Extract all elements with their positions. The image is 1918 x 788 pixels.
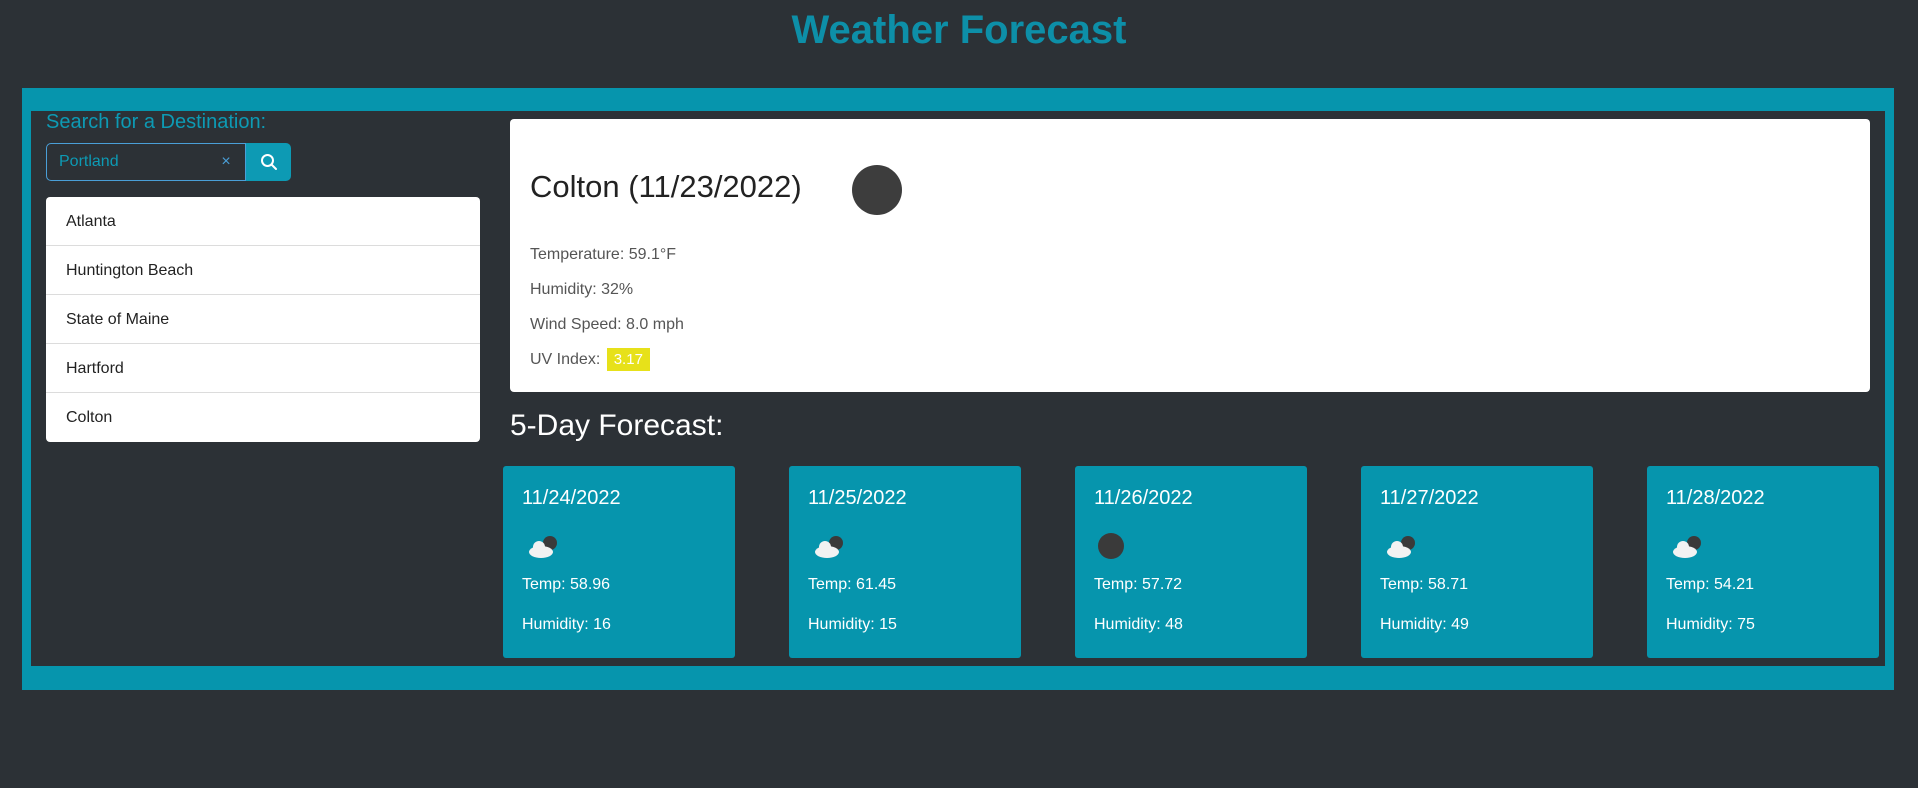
history-item[interactable]: Hartford (46, 344, 480, 393)
search-button[interactable] (246, 143, 291, 181)
city-title: Colton (11/23/2022) (530, 169, 802, 204)
uv-index-row: UV Index: 3.17 (530, 348, 650, 371)
weather-icon (852, 165, 902, 215)
forecast-card: 11/26/2022 Temp: 57.72 Humidity: 48 (1075, 466, 1307, 658)
forecast-date: 11/26/2022 (1094, 487, 1193, 509)
forecast-temp: Temp: 58.71 (1380, 576, 1469, 593)
cloud-icon (529, 536, 557, 558)
forecast-date: 11/28/2022 (1666, 487, 1765, 509)
clear-icon[interactable]: × (219, 151, 233, 173)
search-history-list: Atlanta Huntington Beach State of Maine … (46, 197, 480, 442)
cloud-icon (1387, 536, 1415, 558)
forecast-heading: 5-Day Forecast: (510, 409, 724, 442)
forecast-date: 11/24/2022 (522, 487, 621, 509)
forecast-temp: Temp: 58.96 (522, 576, 611, 593)
forecast-card: 11/24/2022 Temp: 58.96 Humidity: 16 (503, 466, 735, 658)
uv-index-badge: 3.17 (606, 348, 650, 371)
history-item[interactable]: Atlanta (46, 197, 480, 246)
forecast-humidity: Humidity: 49 (1380, 616, 1469, 633)
current-weather-card: Colton (11/23/2022) Temperature: 59.1°F … (510, 119, 1870, 392)
forecast-temp: Temp: 61.45 (808, 576, 897, 593)
history-item[interactable]: Colton (46, 393, 480, 442)
cloud-icon (1673, 536, 1701, 558)
temperature-text: Temperature: 59.1°F (530, 246, 677, 263)
forecast-temp: Temp: 54.21 (1666, 576, 1755, 593)
wind-speed-text: Wind Speed: 8.0 mph (530, 316, 684, 333)
forecast-humidity: Humidity: 15 (808, 616, 897, 633)
search-label: Search for a Destination: (46, 111, 267, 133)
uv-index-label: UV Index: (530, 351, 601, 368)
page-title: Weather Forecast (791, 8, 1127, 52)
humidity-text: Humidity: 32% (530, 281, 634, 298)
history-item[interactable]: Huntington Beach (46, 246, 480, 295)
forecast-humidity: Humidity: 48 (1094, 616, 1183, 633)
forecast-temp: Temp: 57.72 (1094, 576, 1183, 593)
forecast-humidity: Humidity: 16 (522, 616, 611, 633)
forecast-card: 11/25/2022 Temp: 61.45 Humidity: 15 (789, 466, 1021, 658)
cloud-icon (815, 536, 843, 558)
history-item[interactable]: State of Maine (46, 295, 480, 344)
dark-circle-icon (1098, 533, 1124, 559)
search-input[interactable]: Portland (46, 143, 246, 181)
forecast-card: 11/27/2022 Temp: 58.71 Humidity: 49 (1361, 466, 1593, 658)
forecast-card: 11/28/2022 Temp: 54.21 Humidity: 75 (1647, 466, 1879, 658)
search-icon (260, 154, 277, 170)
forecast-humidity: Humidity: 75 (1666, 616, 1755, 633)
forecast-date: 11/25/2022 (808, 487, 907, 509)
forecast-date: 11/27/2022 (1380, 487, 1479, 509)
